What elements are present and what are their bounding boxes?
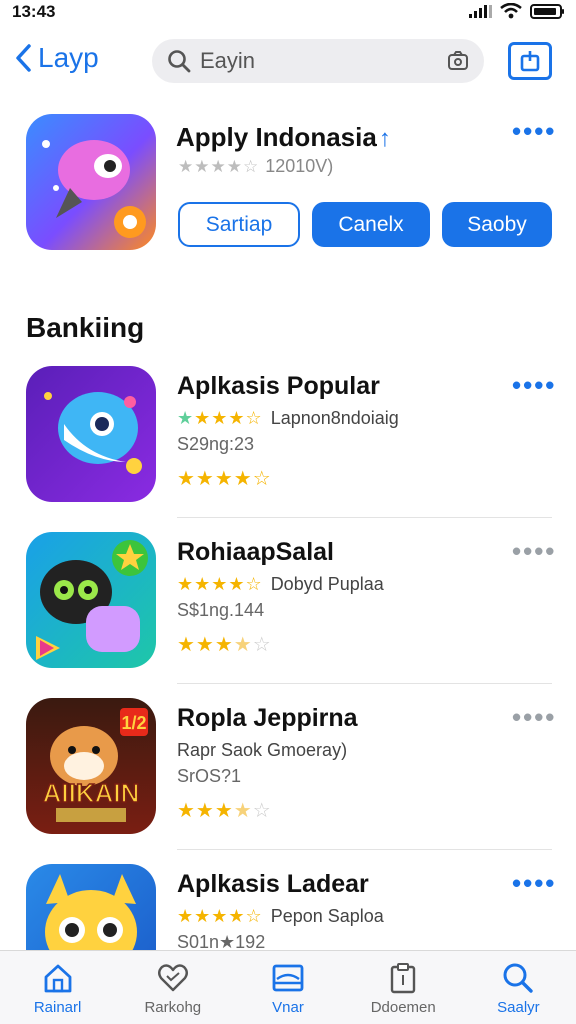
tab-documents[interactable]: Ddoemen [346, 951, 461, 1024]
primary-button[interactable]: Canelx [312, 202, 430, 247]
app-subtitle: Dobyd Puplaa [270, 574, 384, 594]
arrow-up-icon: ↑ [378, 125, 391, 152]
chevron-left-icon [16, 44, 31, 72]
app-name: Ropla Jeppirna [177, 704, 358, 732]
app-subtitle-row: Rapr Saok Gmoeray) [177, 740, 347, 761]
app-subtitle: Rapr Saok Gmoeray) [177, 740, 348, 760]
list-item[interactable]: Aplkasis Popular ★★★★☆ Lapnon8ndoiaig S2… [0, 366, 576, 532]
tab-label: Saalyr [497, 999, 540, 1016]
star-rating: ★★★★☆ [177, 800, 272, 822]
more-options-icon[interactable]: •••• [512, 704, 556, 730]
star-rating: ★★★★☆ [177, 634, 272, 656]
tab-label: Rarkohg [144, 999, 202, 1016]
outline-button[interactable]: Sartiap [178, 202, 300, 247]
star-rating: ★★★★☆ [178, 156, 260, 176]
app-price: S29ng:23 [177, 434, 255, 454]
status-bar: 13:43 [0, 0, 576, 26]
featured-rating: ★★★★☆ 12010V) [178, 156, 333, 177]
camera-icon[interactable] [446, 49, 470, 73]
list-item[interactable]: RohiaapSalal ★★★★☆ Dobyd Puplaa S$1ng.14… [0, 532, 576, 698]
star-rating: ★★★★☆ [177, 408, 263, 428]
tab-search[interactable]: Saalyr [461, 951, 576, 1024]
wifi-icon [500, 3, 522, 19]
app-subtitle-row: ★★★★☆ Pepon Saploa [177, 906, 384, 927]
back-button[interactable]: Layp [14, 42, 99, 74]
more-options-icon[interactable]: •••• [512, 372, 556, 398]
status-time: 13:43 [12, 2, 56, 21]
tab-bar: Rainarl Rarkohg Vnar Ddoemen Saalyr [0, 950, 576, 1024]
divider [177, 517, 552, 518]
app-name: Aplkasis Popular [177, 372, 380, 400]
rating-count: 12010V) [265, 156, 334, 176]
tab-label: Rainarl [33, 999, 82, 1016]
status-icons [469, 3, 564, 19]
tab-home[interactable]: Rainarl [0, 951, 115, 1024]
heart-icon [157, 964, 188, 992]
svg-text:AIIKAIN: AIIKAIN [43, 778, 140, 808]
star-rating: ★★★★☆ [177, 574, 263, 594]
more-options-icon[interactable]: •••• [512, 118, 556, 144]
featured-app[interactable]: Apply Indonasia↑ ★★★★☆ 12010V) •••• Sart… [0, 112, 576, 252]
more-options-icon[interactable]: •••• [512, 870, 556, 896]
tab-card[interactable]: Vnar [230, 951, 345, 1024]
back-label: Layp [38, 42, 99, 73]
app-icon [26, 366, 156, 502]
list-item[interactable]: 1/2 AIIKAIN Ropla Jeppirna Rapr Saok Gmo… [0, 698, 576, 864]
app-subtitle: Pepon Saploa [270, 906, 384, 926]
divider [177, 683, 552, 684]
app-subtitle-row: ★★★★☆ Dobyd Puplaa [177, 574, 384, 595]
star-rating: ★★★★☆ [177, 906, 263, 926]
secondary-button[interactable]: Saoby [442, 202, 552, 247]
home-icon [44, 964, 71, 993]
app-subtitle: Lapnon8ndoiaig [270, 408, 399, 428]
battery-level [534, 7, 556, 15]
tab-favorites[interactable]: Rarkohg [115, 951, 230, 1024]
tab-label: Vnar [272, 999, 304, 1016]
tab-label: Ddoemen [370, 999, 436, 1016]
battery-icon [530, 3, 564, 19]
card-icon [272, 964, 304, 992]
divider [177, 849, 552, 850]
featured-app-title: Apply Indonasia↑ [176, 122, 391, 153]
section-title: Bankiing [26, 312, 145, 343]
search-input[interactable] [200, 48, 440, 74]
clipboard-icon [391, 963, 416, 994]
app-icon [26, 532, 156, 668]
app-price: SrOS?1 [177, 766, 242, 786]
more-options-icon[interactable]: •••• [512, 538, 556, 564]
signal-icon [469, 4, 492, 18]
nav-bar: Layp [0, 36, 576, 86]
search-icon [168, 50, 191, 73]
app-icon: 1/2 AIIKAIN [26, 698, 156, 834]
search-bar[interactable] [152, 39, 484, 83]
svg-text:1/2: 1/2 [121, 713, 146, 733]
app-subtitle-row: ★★★★☆ Lapnon8ndoiaig [177, 408, 399, 429]
featured-buttons: Sartiap Canelx Saoby [178, 202, 552, 247]
app-name: RohiaapSalal [177, 538, 334, 566]
share-icon [520, 51, 540, 72]
star-rating: ★★★★☆ [177, 468, 272, 490]
featured-app-icon [26, 114, 156, 250]
share-button[interactable] [508, 42, 552, 80]
search-icon [503, 963, 534, 993]
app-name: Aplkasis Ladear [177, 870, 369, 898]
app-price: S$1ng.144 [177, 600, 265, 620]
featured-app-name: Apply Indonasia [176, 122, 377, 152]
